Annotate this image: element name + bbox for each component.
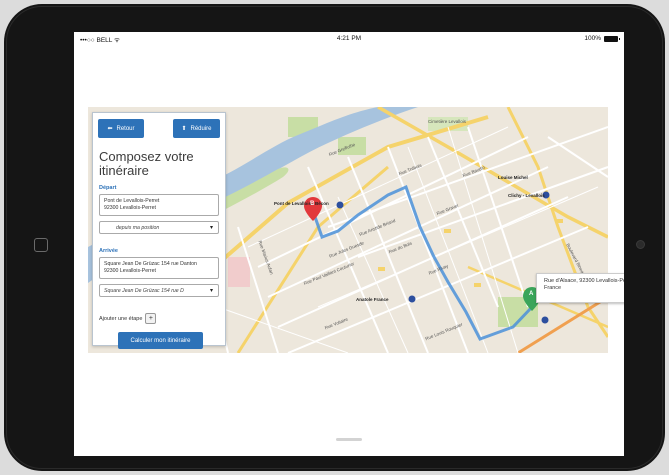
arrow-up-icon: ⬆ [181,126,187,132]
calculate-route-button[interactable]: Calculer mon itinéraire [118,332,203,349]
arrivee-field[interactable]: Square Jean De Grüzac 154 rue Danton 923… [99,257,219,279]
caret-down-icon: ▾ [209,225,213,231]
back-button-label: Retour [116,125,135,132]
metro-icon [541,316,549,324]
major-road [236,165,389,353]
map-label-louise-michel: Louise Michel [498,175,528,180]
home-button[interactable] [34,238,48,252]
depart-select-value: depuis ma position [116,225,160,231]
marker-a-label: A [529,291,534,297]
reduce-button[interactable]: ⬆ Réduire [173,119,220,138]
depart-select[interactable]: depuis ma position ▾ [99,221,219,234]
major-road [377,107,608,239]
metro-icon [336,201,344,209]
road-shield-icon [556,219,563,223]
hospital-area [228,257,250,287]
panel-title: Composez votre itinéraire [99,149,194,178]
clock: 4:21 PM [336,35,362,42]
battery-indicator: 100% [584,35,620,42]
itinerary-panel: ⬅ Retour ⬆ Réduire Composez votre itinér… [92,112,226,349]
info-window-address: Rue d'Alsace, 92300 Levallois-Perret, Fr… [544,278,624,291]
camera-icon [636,240,645,249]
back-button[interactable]: ⬅ Retour [98,119,144,138]
depart-field[interactable]: Pont de Levallois-Perret 92300 Levallois… [99,194,219,216]
map-label-anatole: Anatole France [356,297,389,302]
road-shield-icon [474,283,481,287]
tablet-frame: •••○○ BELL ᯤ 4:21 PM 100% B A Pont de Le… [4,4,665,471]
road-shield-icon [378,267,385,271]
battery-percent: 100% [584,35,601,42]
map-label-pont: Pont de Levallois - Bécon [274,201,329,206]
arrivee-label: Arrivée [99,248,118,254]
arrow-left-icon: ⬅ [107,126,113,132]
arrivee-select-value: Square Jean De Grüzac 154 rue D [104,288,184,294]
battery-icon [604,35,620,42]
reduce-button-label: Réduire [190,125,212,132]
home-indicator [336,438,362,441]
status-bar: •••○○ BELL ᯤ 4:21 PM 100% [74,32,624,46]
caret-down-icon: ▾ [209,288,213,294]
screen: •••○○ BELL ᯤ 4:21 PM 100% B A Pont de Le… [74,32,624,456]
arrivee-select[interactable]: Square Jean De Grüzac 154 rue D ▾ [99,284,219,297]
add-stage-label: Ajouter une étape [99,315,143,322]
map-label-cimetiere: Cimetière Levallois [428,119,467,124]
map-info-window: Rue d'Alsace, 92300 Levallois-Perret, Fr… [536,273,624,303]
metro-icon [408,295,416,303]
add-stage-button[interactable]: + [145,313,157,324]
add-stage-row: Ajouter une étape + [99,313,157,324]
depart-label: Départ [99,185,117,191]
map-label-clichy: Clichy - Levallois [508,193,545,198]
road-shield-icon [444,229,451,233]
